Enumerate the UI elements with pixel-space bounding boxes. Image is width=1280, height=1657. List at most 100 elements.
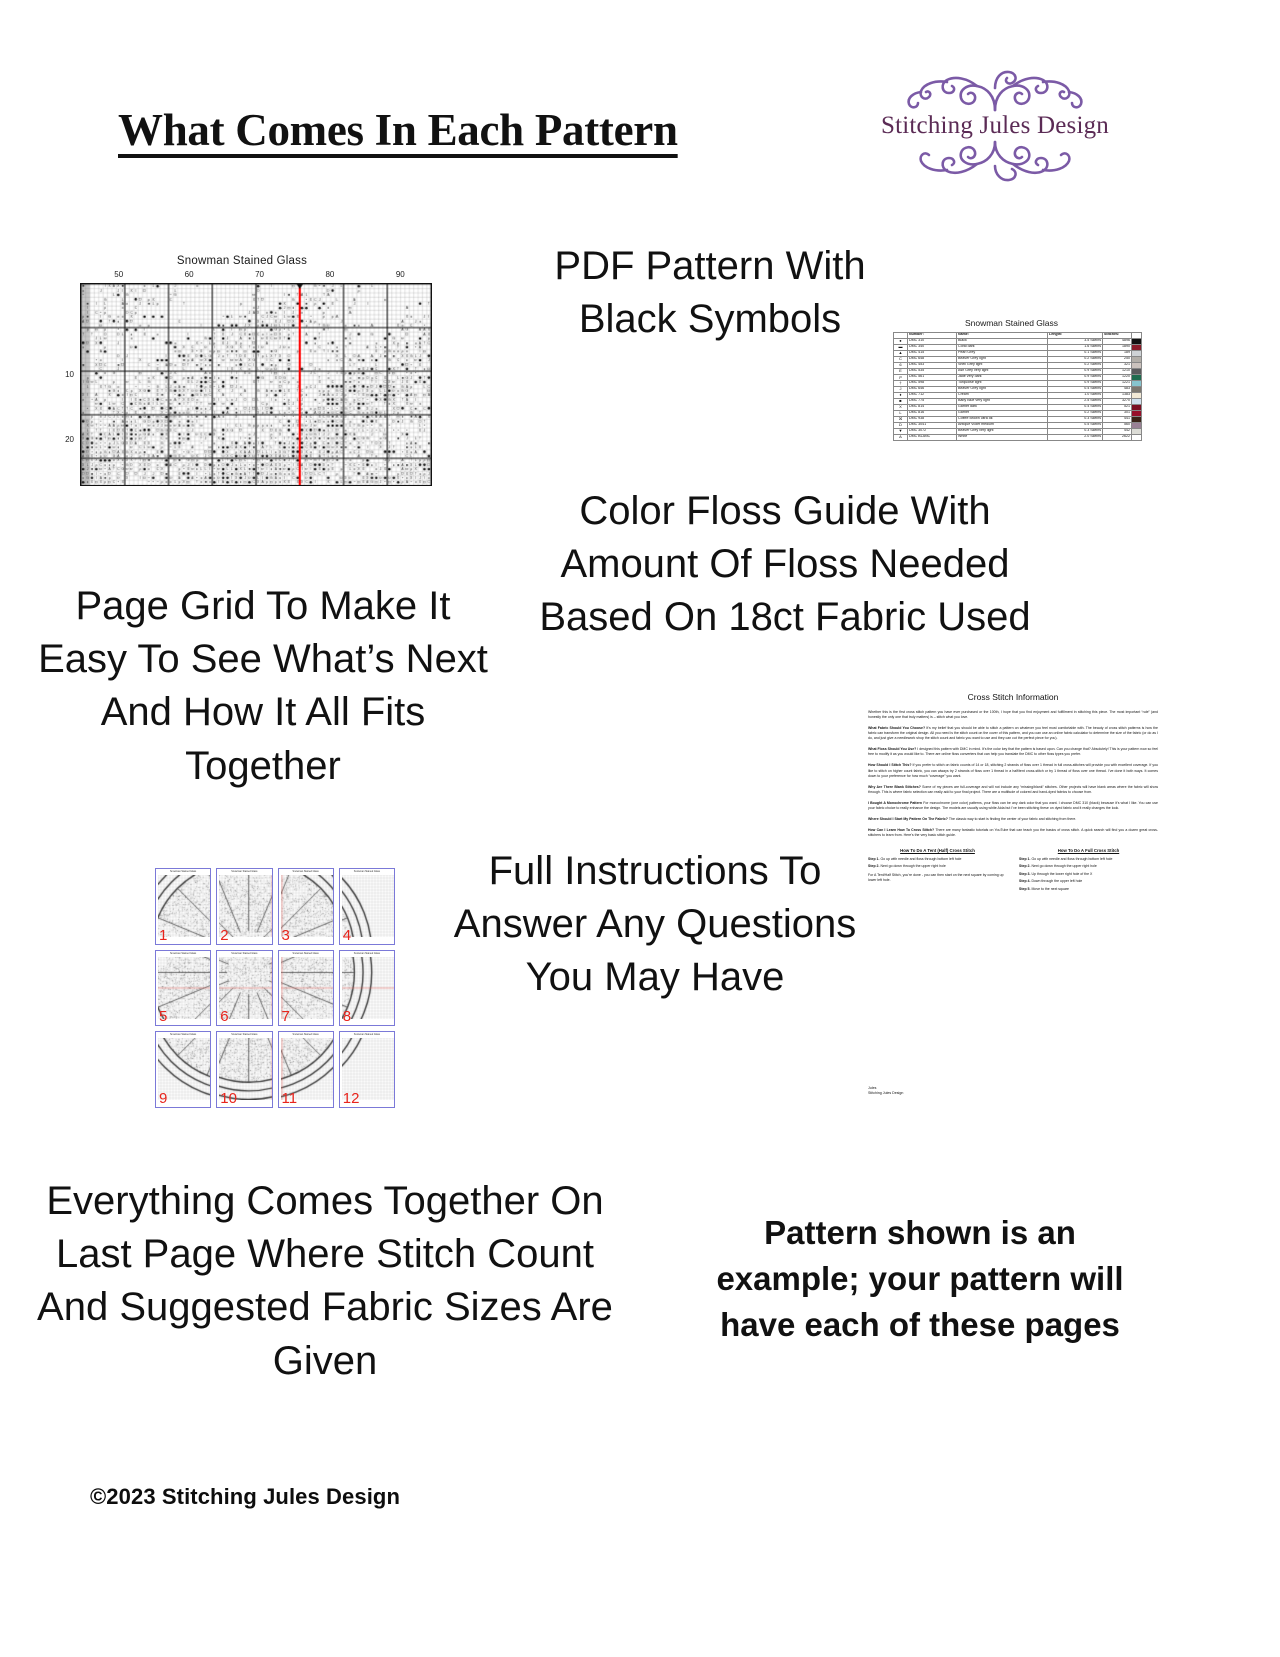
page-thumbnail[interactable]: Snowman Stained Glass 9 xyxy=(155,1031,212,1108)
flourish-bottom-icon xyxy=(845,140,1145,184)
page-thumbnail[interactable]: Snowman Stained Glass 8 xyxy=(338,949,395,1027)
tent-stitch-steps: Step 1. Go up with needle and floss thro… xyxy=(868,857,1007,869)
chart-row-axis: 10 20 xyxy=(52,283,78,486)
tent-stitch-heading: How To Do A Tent (Half) Cross Stitch xyxy=(900,848,975,854)
brand-logo: Stitching Jules Design xyxy=(845,66,1145,198)
instruction-paragraph: What Floss Should You Use? I designed th… xyxy=(868,747,1158,757)
step-label: Step 2. xyxy=(1019,864,1032,869)
floss-table: Number: Name: Length: Stitches: ● DMC 310 Bla… xyxy=(893,332,1142,441)
floss-symbol: A xyxy=(893,433,908,441)
thumbnail-number: 1 xyxy=(159,926,168,944)
stitch-step: Step 2. Next go down through the upper r… xyxy=(868,864,946,869)
floss-table-title: Snowman Stained Glass xyxy=(964,318,1059,328)
instructions-title: Cross Stitch Information xyxy=(967,692,1059,702)
copy-pdf-pattern: PDF Pattern With Black Symbols xyxy=(554,244,866,342)
page-thumbnail[interactable]: Snowman Stained Glass 7 xyxy=(277,949,334,1027)
thumbnail-title: Snowman Stained Glass xyxy=(353,870,380,873)
stitch-step: Step 1. Go up with needle and floss thro… xyxy=(868,857,962,862)
step-label: Step 1. xyxy=(1019,857,1032,862)
thumbnail-title: Snowman Stained Glass xyxy=(353,951,380,955)
floss-table-body: ● DMC 310 Black 3.5 Skeins 4896 ▬ DMC 340 Coral… xyxy=(893,337,1142,441)
instruction-paragraph: Why Are There Blank Stitches? Some of my… xyxy=(868,784,1158,794)
page-title: What Comes In Each Pattern xyxy=(118,105,678,155)
thumbnail-number: 7 xyxy=(281,1008,290,1026)
page-thumbnail[interactable]: Snowman Stained Glass 2 xyxy=(216,868,273,945)
instruction-lead: I Bought A Monochrome Pattern xyxy=(868,800,924,805)
instruction-paragraph: I Bought A Monochrome Pattern For monoch… xyxy=(868,800,1158,810)
stitch-step: Step 1. Go up with needle and floss thro… xyxy=(1019,857,1113,862)
thumbnail-title: Snowman Stained Glass xyxy=(353,1033,380,1037)
full-stitch-heading: How To Do A Full Cross Stitch xyxy=(1057,848,1120,854)
table-row: A DMC BLANC White 2.0 Skeins 2622 xyxy=(893,433,1142,441)
thumbnail-title: Snowman Stained Glass xyxy=(170,870,197,873)
page-thumbnail[interactable]: Snowman Stained Glass 1 xyxy=(155,868,212,945)
page-grid-thumbnails: Snowman Stained Glass 1 Snowman Stained Gl… xyxy=(155,868,395,1108)
step-label: Step 5. xyxy=(1019,886,1032,891)
copy-floss-guide: Color Floss Guide With Amount Of Floss N… xyxy=(539,489,1031,640)
step-label: Step 1. xyxy=(868,857,881,862)
step-label: Step 4. xyxy=(1019,879,1032,884)
copy-everything: Everything Comes Together On Last Page W… xyxy=(37,1179,613,1383)
chart-col-label: 90 xyxy=(395,270,405,279)
step-label: Step 3. xyxy=(1019,871,1032,876)
floss-color-swatch xyxy=(1131,433,1142,441)
instructions-paragraphs: Whether this is the first cross stitch p… xyxy=(868,710,1158,838)
thumbnail-number: 10 xyxy=(220,1089,237,1107)
page-thumbnail[interactable]: Snowman Stained Glass 11 xyxy=(277,1031,334,1108)
page-thumbnail[interactable]: Snowman Stained Glass 10 xyxy=(216,1031,273,1108)
instruction-paragraph: How Should I Stitch This? If you prefer … xyxy=(868,763,1158,778)
tent-stitch-note: For A Tent/Half Stitch, you’re done - yo… xyxy=(868,873,1004,883)
thumbnail-number: 12 xyxy=(342,1089,360,1107)
page-thumbnail[interactable]: Snowman Stained Glass 5 xyxy=(155,949,212,1027)
chart-row-label: 10 xyxy=(65,370,74,380)
thumbnail-number: 9 xyxy=(159,1089,168,1107)
thumbnail-title: Snowman Stained Glass xyxy=(170,951,197,955)
full-stitch-guide: How To Do A Full Cross Stitch Step 1. Go… xyxy=(1019,848,1158,894)
instruction-lead: What Floss Should You Use? xyxy=(868,747,918,752)
thumbnail-title: Snowman Stained Glass xyxy=(292,1033,319,1037)
instruction-lead: What Fabric Should You Choose? xyxy=(868,726,927,731)
floss-stitches: 2622 xyxy=(1102,433,1132,441)
thumbnail-number: 5 xyxy=(159,1008,168,1026)
instruction-lead: How Can I Learn How To Cross Stitch? xyxy=(868,827,936,832)
signature-company: Stitching Jules Design xyxy=(868,1090,904,1095)
instruction-paragraph: Whether this is the first cross stitch p… xyxy=(868,710,1158,720)
instructions-sheet: Cross Stitch Information Whether this is… xyxy=(868,692,1158,1096)
chart-column-axis: 50 60 70 80 90 xyxy=(80,270,432,283)
chart-col-label: 50 xyxy=(114,270,124,279)
thumbnail-number: 11 xyxy=(281,1089,298,1107)
thumbnail-title: Snowman Stained Glass xyxy=(231,870,258,873)
stitch-step: Step 5. Move to the next square xyxy=(1019,886,1070,891)
instruction-lead: How Should I Stitch This? xyxy=(868,763,913,768)
thumbnail-number: 4 xyxy=(342,926,352,944)
thumbnail-title: Snowman Stained Glass xyxy=(231,951,258,955)
chart-col-label: 60 xyxy=(184,270,194,279)
floss-name: White xyxy=(956,433,1048,441)
instruction-lead: Why Are There Blank Stitches? xyxy=(868,784,923,789)
chart-grid-canvas xyxy=(81,284,431,485)
step-label: Step 2. xyxy=(868,864,881,869)
instructions-signature: Jules Stitching Jules Design xyxy=(868,1086,903,1096)
page-thumbnail[interactable]: Snowman Stained Glass 6 xyxy=(216,949,273,1027)
chart-col-label: 80 xyxy=(325,270,335,279)
chart-grid xyxy=(80,283,432,486)
full-stitch-steps: Step 1. Go up with needle and floss thro… xyxy=(1019,857,1158,891)
thumbnail-number: 3 xyxy=(281,926,290,944)
chart-row-label: 20 xyxy=(65,435,74,445)
chart-col-label: 70 xyxy=(255,270,264,279)
pattern-chart: Snowman Stained Glass 50 60 70 80 90 10 20 xyxy=(52,255,432,493)
thumbnail-title: Snowman Stained Glass xyxy=(170,1033,197,1037)
logo-wordmark: Stitching Jules Design xyxy=(880,112,1109,139)
page-thumbnail[interactable]: Snowman Stained Glass 12 xyxy=(338,1031,395,1108)
thumbnail-number: 8 xyxy=(342,1008,352,1026)
floss-guide-table: Snowman Stained Glass Number: Name: Length… xyxy=(893,318,1142,480)
stitch-step: Step 3. Up through the lower right hole … xyxy=(1019,871,1093,876)
thumbnail-title: Snowman Stained Glass xyxy=(292,870,319,873)
page-thumbnail[interactable]: Snowman Stained Glass 3 xyxy=(277,868,334,945)
flourish-top-icon xyxy=(845,66,1145,112)
chart-title: Snowman Stained Glass xyxy=(176,255,308,267)
stitch-step: Step 2. Next go down through the upper r… xyxy=(1019,864,1097,869)
floss-length: 2.0 Skeins xyxy=(1047,433,1103,441)
thumbnail-number: 6 xyxy=(220,1008,229,1026)
page-thumbnail[interactable]: Snowman Stained Glass 4 xyxy=(338,868,395,945)
